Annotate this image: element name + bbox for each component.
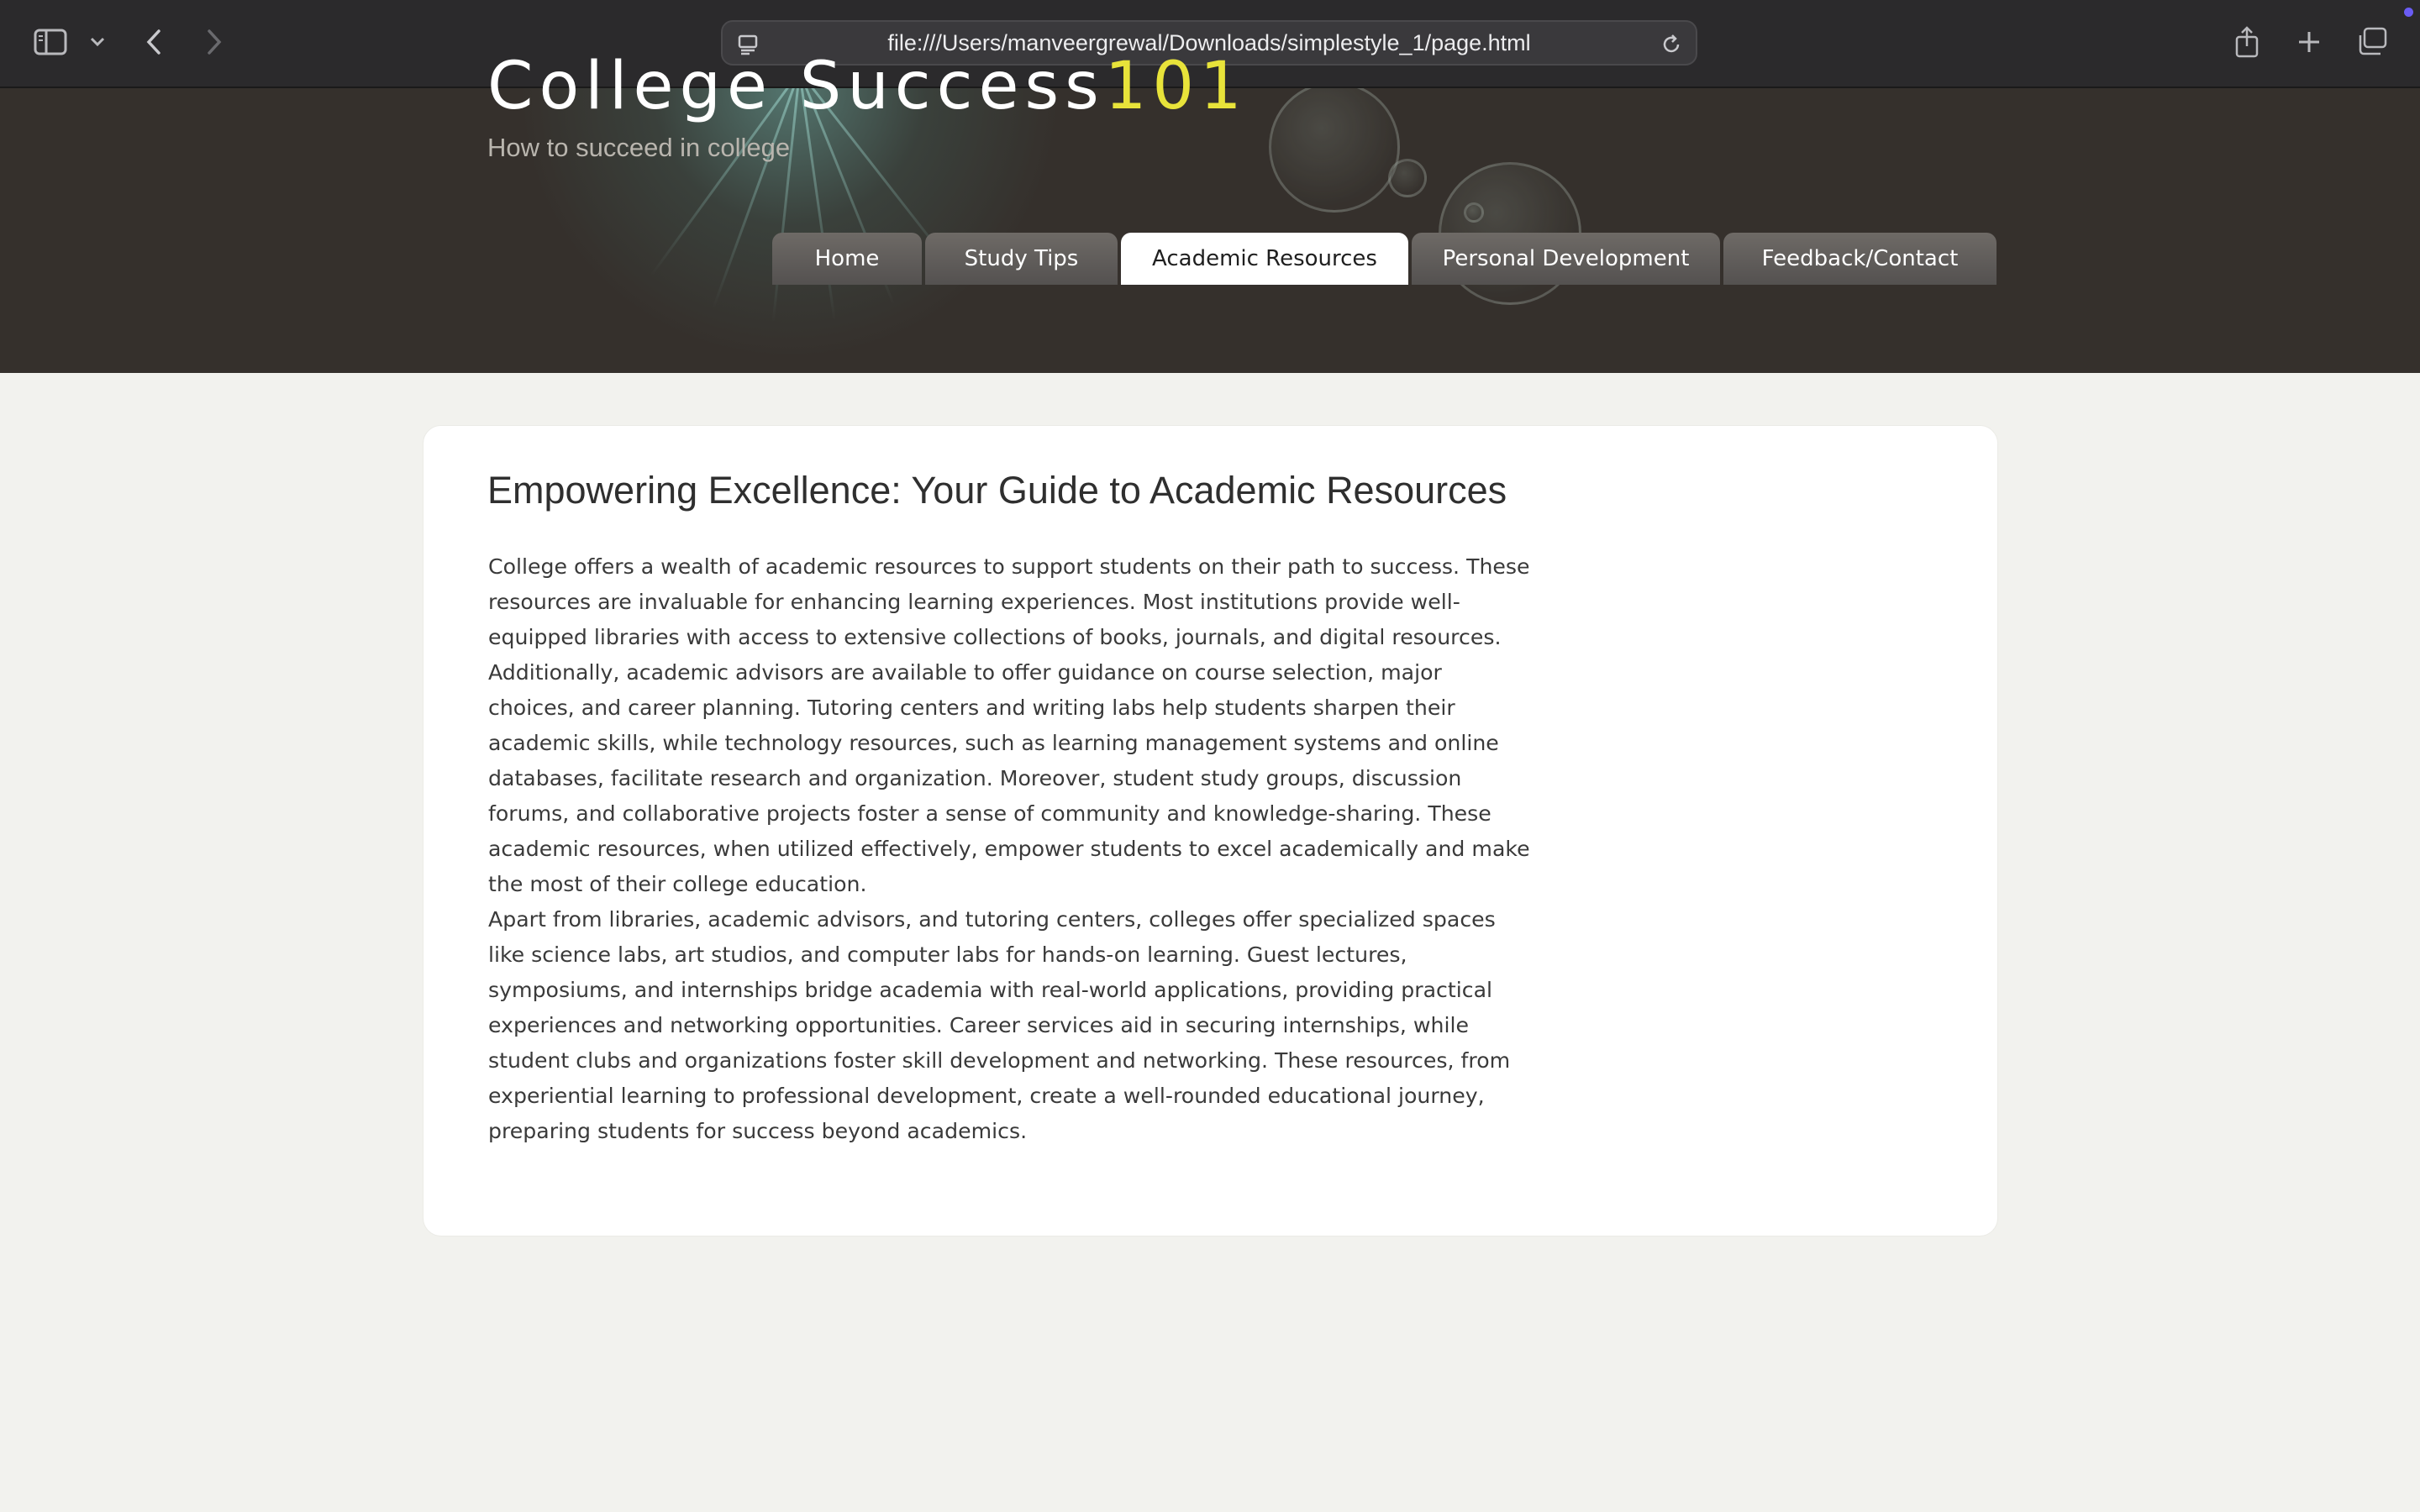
tab-overview-icon[interactable] bbox=[2354, 25, 2390, 59]
decorative-bubble bbox=[1464, 202, 1484, 223]
content-paragraph: Apart from libraries, academic advisors,… bbox=[488, 907, 1511, 1143]
notification-dot bbox=[2404, 8, 2413, 17]
site-title[interactable]: College Success101 bbox=[487, 49, 1248, 124]
nav-tab-label: Academic Resources bbox=[1152, 246, 1377, 271]
page-heading: Empowering Excellence: Your Guide to Aca… bbox=[487, 469, 1507, 512]
reload-icon[interactable] bbox=[1657, 30, 1686, 59]
site-tagline: How to succeed in college bbox=[487, 133, 791, 162]
nav-tab-label: Personal Development bbox=[1442, 246, 1690, 271]
nav-tab-home[interactable]: Home bbox=[772, 233, 922, 285]
share-icon[interactable] bbox=[2230, 24, 2264, 60]
nav-tab-label: Feedback/Contact bbox=[1761, 246, 1959, 271]
site-title-accent: 101 bbox=[1104, 49, 1248, 124]
sidebar-icon[interactable] bbox=[32, 25, 69, 59]
nav-tab-label: Home bbox=[814, 246, 880, 271]
nav-tab-academic-resources[interactable]: Academic Resources bbox=[1121, 233, 1408, 285]
back-icon[interactable] bbox=[139, 25, 168, 59]
nav-tab-feedback-contact[interactable]: Feedback/Contact bbox=[1723, 233, 1996, 285]
site-title-main: College Success bbox=[487, 49, 1105, 124]
chevron-down-icon[interactable] bbox=[87, 32, 108, 52]
forward-icon[interactable] bbox=[200, 25, 229, 59]
new-tab-icon[interactable] bbox=[2292, 25, 2326, 59]
nav-tab-label: Study Tips bbox=[964, 246, 1079, 271]
header-glow bbox=[471, 88, 1109, 373]
site-header bbox=[0, 88, 2420, 373]
nav-tab-study-tips[interactable]: Study Tips bbox=[925, 233, 1118, 285]
nav-tab-personal-development[interactable]: Personal Development bbox=[1412, 233, 1720, 285]
content-paragraph: College offers a wealth of academic reso… bbox=[488, 554, 1530, 896]
decorative-bubble bbox=[1388, 159, 1427, 197]
decorative-bubble bbox=[1269, 88, 1400, 213]
